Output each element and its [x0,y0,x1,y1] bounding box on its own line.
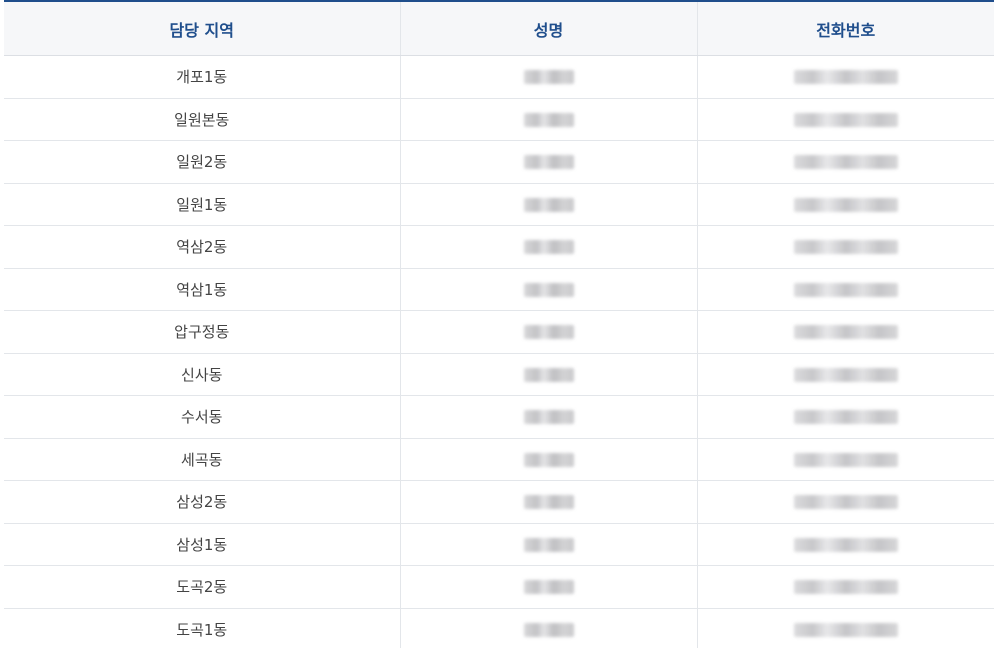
table-row: 역삼1동 [4,268,994,311]
table-row: 도곡1동 [4,608,994,648]
redacted-phone [793,197,898,212]
redacted-phone [793,70,898,85]
phone-cell [696,225,994,269]
region-cell: 도곡2동 [4,565,400,609]
name-cell [399,310,697,354]
table-row: 수서동 [4,395,994,439]
redacted-name [523,367,574,382]
name-cell [399,480,697,524]
table-row: 일원본동 [4,98,994,141]
redacted-name [523,537,574,552]
phone-cell [696,395,994,439]
phone-cell [696,98,994,141]
region-cell: 삼성2동 [4,480,400,524]
name-cell [399,183,697,226]
redacted-phone [793,367,898,382]
table-row: 세곡동 [4,438,994,481]
redacted-phone [793,410,898,425]
table-row: 삼성1동 [4,523,994,566]
table-row: 일원1동 [4,183,994,226]
table-row: 역삼2동 [4,225,994,269]
header-name: 성명 [399,1,697,56]
phone-cell [696,480,994,524]
redacted-phone [793,537,898,552]
redacted-name [523,155,574,170]
region-cell: 신사동 [4,353,400,396]
name-cell [399,438,697,481]
phone-cell [696,523,994,566]
redacted-name [523,580,574,595]
phone-cell [696,55,994,99]
name-cell [399,565,697,609]
header-phone: 전화번호 [696,1,994,56]
phone-cell [696,608,994,648]
redacted-name [523,197,574,212]
phone-cell [696,268,994,311]
name-cell [399,523,697,566]
region-cell: 삼성1동 [4,523,400,566]
table-row: 삼성2동 [4,480,994,524]
table-row: 개포1동 [4,55,994,99]
table-row: 압구정동 [4,310,994,354]
region-cell: 수서동 [4,395,400,439]
phone-cell [696,565,994,609]
phone-cell [696,140,994,184]
redacted-name [523,282,574,297]
redacted-name [523,452,574,467]
name-cell [399,55,697,99]
table-row: 신사동 [4,353,994,396]
phone-cell [696,438,994,481]
region-cell: 역삼1동 [4,268,400,311]
region-cell: 개포1동 [4,55,400,99]
redacted-phone [793,240,898,255]
redacted-name [523,325,574,340]
name-cell [399,98,697,141]
contact-table: 담당 지역 성명 전화번호 개포1동 일원본동 일원2동 일원1동 역삼2동 역… [4,0,994,648]
table-row: 일원2동 [4,140,994,184]
name-cell [399,140,697,184]
name-cell [399,608,697,648]
table-row: 도곡2동 [4,565,994,609]
redacted-name [523,112,574,127]
table-body: 개포1동 일원본동 일원2동 일원1동 역삼2동 역삼1동 압구정동 신사동 수… [4,55,994,648]
redacted-name [523,495,574,510]
name-cell [399,225,697,269]
phone-cell [696,183,994,226]
region-cell: 일원1동 [4,183,400,226]
name-cell [399,353,697,396]
redacted-phone [793,155,898,170]
redacted-phone [793,282,898,297]
name-cell [399,268,697,311]
redacted-name [523,410,574,425]
redacted-name [523,70,574,85]
header-row: 담당 지역 성명 전화번호 [4,1,994,56]
phone-cell [696,353,994,396]
region-cell: 도곡1동 [4,608,400,648]
name-cell [399,395,697,439]
redacted-phone [793,622,898,637]
redacted-phone [793,452,898,467]
table-header: 담당 지역 성명 전화번호 [4,1,994,56]
region-cell: 일원2동 [4,140,400,184]
redacted-phone [793,112,898,127]
redacted-name [523,622,574,637]
redacted-name [523,240,574,255]
region-cell: 세곡동 [4,438,400,481]
region-cell: 압구정동 [4,310,400,354]
region-cell: 일원본동 [4,98,400,141]
redacted-phone [793,495,898,510]
redacted-phone [793,325,898,340]
region-cell: 역삼2동 [4,225,400,269]
redacted-phone [793,580,898,595]
phone-cell [696,310,994,354]
header-region: 담당 지역 [4,1,400,56]
page: 담당 지역 성명 전화번호 개포1동 일원본동 일원2동 일원1동 역삼2동 역… [0,0,1005,648]
